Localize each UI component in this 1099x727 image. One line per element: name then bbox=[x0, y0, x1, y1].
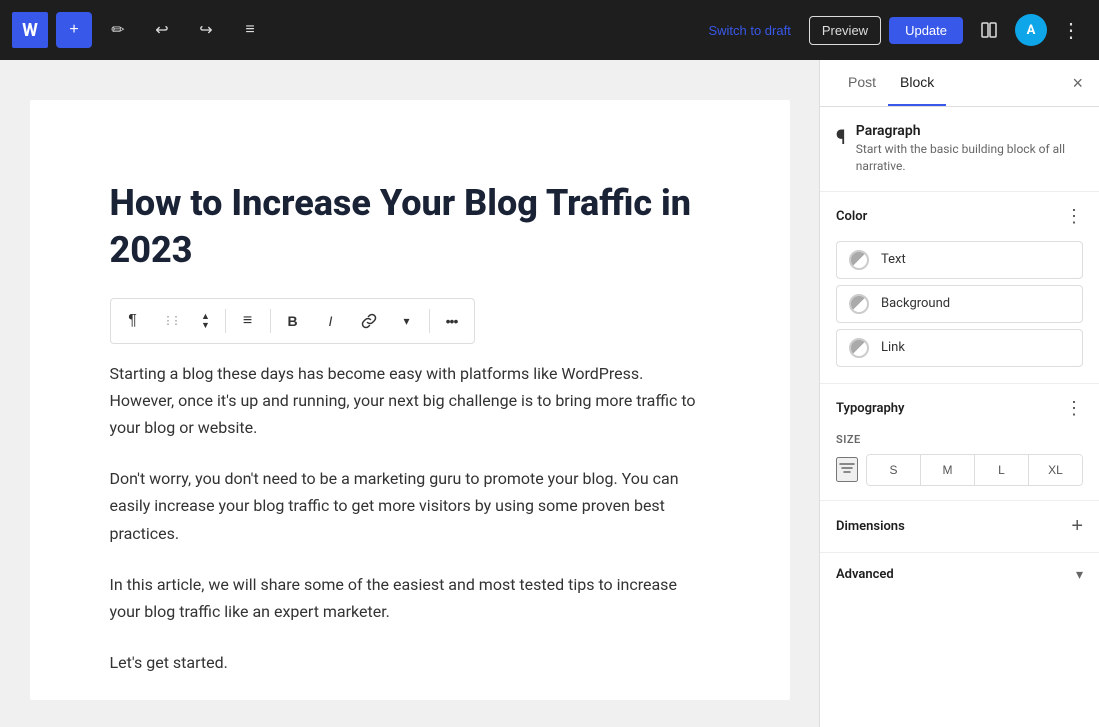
paragraph-1: Starting a blog these days has become ea… bbox=[110, 360, 710, 442]
color-section-header: Color ⋮ bbox=[820, 192, 1099, 241]
block-info: ¶ Paragraph Start with the basic buildin… bbox=[820, 107, 1099, 192]
options-button[interactable]: ••• bbox=[434, 303, 470, 339]
update-button[interactable]: Update bbox=[889, 17, 963, 44]
editor-canvas: How to Increase Your Blog Traffic in 202… bbox=[30, 100, 790, 700]
toolbar-divider-3 bbox=[429, 309, 430, 333]
size-button-group: S M L XL bbox=[866, 454, 1083, 486]
typography-section-title: Typography bbox=[836, 401, 905, 416]
right-sidebar: Post Block × ¶ Paragraph Start with the … bbox=[819, 60, 1099, 727]
bold-button[interactable]: B bbox=[275, 303, 311, 339]
list-view-button[interactable]: ≡ bbox=[232, 12, 268, 48]
color-item-text[interactable]: Text bbox=[836, 241, 1083, 279]
add-block-button[interactable]: + bbox=[56, 12, 92, 48]
tab-post[interactable]: Post bbox=[836, 60, 888, 106]
paragraph-4: Let's get started. bbox=[110, 649, 710, 676]
drag-handle-button[interactable]: ⋮⋮ bbox=[153, 303, 189, 339]
align-button[interactable]: ≡ bbox=[230, 303, 266, 339]
color-label-background: Background bbox=[881, 296, 950, 311]
color-section: Color ⋮ Text Background Link bbox=[820, 192, 1099, 384]
advanced-section-header[interactable]: Advanced ▾ bbox=[820, 553, 1099, 597]
editor-area: How to Increase Your Blog Traffic in 202… bbox=[0, 60, 819, 727]
paragraph-2: Don't worry, you don't need to be a mark… bbox=[110, 465, 710, 547]
block-toolbar: ¶ ⋮⋮ ▲ ▼ ≡ B I bbox=[110, 298, 475, 344]
block-type-desc: Start with the basic building block of a… bbox=[856, 141, 1083, 175]
color-label-text: Text bbox=[881, 252, 906, 267]
toolbar-divider-2 bbox=[270, 309, 271, 333]
paragraph-type-button[interactable]: ¶ bbox=[115, 303, 151, 339]
size-m-button[interactable]: M bbox=[921, 455, 975, 485]
color-swatch-background bbox=[849, 294, 869, 314]
typography-section-header: Typography ⋮ bbox=[820, 384, 1099, 433]
astra-icon[interactable]: A bbox=[1015, 14, 1047, 46]
dimensions-section-header[interactable]: Dimensions + bbox=[820, 501, 1099, 552]
tab-block[interactable]: Block bbox=[888, 60, 946, 106]
switch-draft-button[interactable]: Switch to draft bbox=[698, 17, 800, 44]
top-bar-right-actions: Switch to draft Preview Update A ⋮ bbox=[698, 12, 1087, 48]
top-toolbar: W + ✏ ↩ ↪ ≡ Switch to draft Preview Upda… bbox=[0, 0, 1099, 60]
paragraph-3: In this article, we will share some of t… bbox=[110, 571, 710, 625]
size-controls: S M L XL bbox=[820, 454, 1099, 486]
size-s-button[interactable]: S bbox=[867, 455, 921, 485]
more-options-button[interactable]: ⋮ bbox=[1055, 14, 1087, 47]
color-section-title: Color bbox=[836, 209, 867, 224]
move-up-button[interactable]: ▲ ▼ bbox=[191, 303, 221, 339]
color-item-link[interactable]: Link bbox=[836, 329, 1083, 367]
sidebar-tabs: Post Block × bbox=[820, 60, 1099, 107]
redo-button[interactable]: ↪ bbox=[188, 12, 224, 48]
post-title[interactable]: How to Increase Your Blog Traffic in 202… bbox=[110, 180, 710, 274]
advanced-section-title: Advanced bbox=[836, 567, 894, 582]
typography-section: Typography ⋮ SIZE S M L XL bbox=[820, 384, 1099, 501]
typography-more-button[interactable]: ⋮ bbox=[1065, 398, 1083, 419]
main-layout: How to Increase Your Blog Traffic in 202… bbox=[0, 60, 1099, 727]
dimensions-section-title: Dimensions bbox=[836, 519, 905, 534]
advanced-section: Advanced ▾ bbox=[820, 553, 1099, 597]
toolbar-divider-1 bbox=[225, 309, 226, 333]
layout-button[interactable] bbox=[971, 12, 1007, 48]
more-rich-text-button[interactable]: ▾ bbox=[389, 303, 425, 339]
block-type-icon: ¶ bbox=[836, 125, 846, 149]
preview-button[interactable]: Preview bbox=[809, 16, 881, 45]
color-label-link: Link bbox=[881, 340, 905, 355]
size-l-button[interactable]: L bbox=[975, 455, 1029, 485]
color-item-background[interactable]: Background bbox=[836, 285, 1083, 323]
advanced-chevron-icon: ▾ bbox=[1076, 567, 1083, 583]
color-swatch-text bbox=[849, 250, 869, 270]
block-info-text: Paragraph Start with the basic building … bbox=[856, 123, 1083, 175]
block-type-title: Paragraph bbox=[856, 123, 1083, 139]
undo-button[interactable]: ↩ bbox=[144, 12, 180, 48]
size-xl-button[interactable]: XL bbox=[1029, 455, 1082, 485]
color-more-button[interactable]: ⋮ bbox=[1065, 206, 1083, 227]
color-items: Text Background Link bbox=[820, 241, 1099, 383]
dimensions-section: Dimensions + bbox=[820, 501, 1099, 553]
dimensions-add-button[interactable]: + bbox=[1071, 515, 1083, 538]
sidebar-close-button[interactable]: × bbox=[1072, 73, 1083, 94]
color-swatch-link bbox=[849, 338, 869, 358]
size-label: SIZE bbox=[820, 433, 1099, 446]
edit-button[interactable]: ✏ bbox=[100, 12, 136, 48]
link-button[interactable] bbox=[351, 303, 387, 339]
wp-logo-icon[interactable]: W bbox=[12, 12, 48, 48]
italic-button[interactable]: I bbox=[313, 303, 349, 339]
size-filter-button[interactable] bbox=[836, 457, 858, 482]
